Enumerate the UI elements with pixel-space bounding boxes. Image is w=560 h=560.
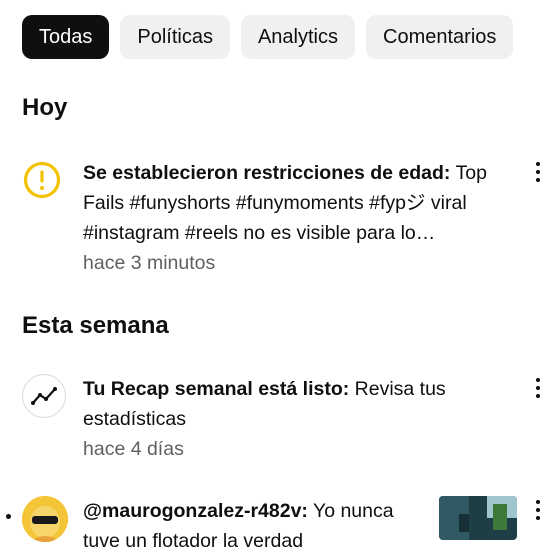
section-title-week: Esta semana xyxy=(22,312,169,339)
more-vert-icon[interactable] xyxy=(532,376,544,400)
more-vert-icon[interactable] xyxy=(532,160,544,184)
notification-time: hace 4 días xyxy=(83,438,184,460)
unread-indicator xyxy=(6,514,11,519)
notification-text: Se establecieron restricciones de edad: … xyxy=(83,158,513,278)
notification-title: Tu Recap semanal está listo: xyxy=(83,378,350,400)
notification-text: Tu Recap semanal está listo: Revisa tus … xyxy=(83,374,513,464)
section-title-today: Hoy xyxy=(22,94,68,121)
notification-title: Se establecieron restricciones de edad: xyxy=(83,162,451,184)
chip-comentarios[interactable]: Comentarios xyxy=(366,15,514,59)
trending-line-icon xyxy=(22,374,66,418)
notification-time: hace 3 minutos xyxy=(83,252,216,274)
chip-politicas[interactable]: Políticas xyxy=(120,15,230,59)
notification-title: @maurogonzalez-r482v: xyxy=(83,500,308,522)
more-vert-icon[interactable] xyxy=(532,498,544,522)
warning-circle-icon xyxy=(22,160,66,204)
filter-chip-bar: Todas Políticas Analytics Comentarios xyxy=(22,15,514,59)
chip-analytics[interactable]: Analytics xyxy=(240,15,355,59)
chip-todas[interactable]: Todas xyxy=(22,15,110,59)
user-avatar[interactable] xyxy=(22,496,68,542)
video-thumbnail[interactable] xyxy=(439,496,517,540)
notification-item-age-restriction[interactable]: Se establecieron restricciones de edad: … xyxy=(0,158,560,278)
notification-item-comment[interactable]: @maurogonzalez-r482v: Yo nunca tuve un f… xyxy=(0,496,560,560)
notification-item-weekly-recap[interactable]: Tu Recap semanal está listo: Revisa tus … xyxy=(0,374,560,464)
notification-text: @maurogonzalez-r482v: Yo nunca tuve un f… xyxy=(83,496,433,556)
